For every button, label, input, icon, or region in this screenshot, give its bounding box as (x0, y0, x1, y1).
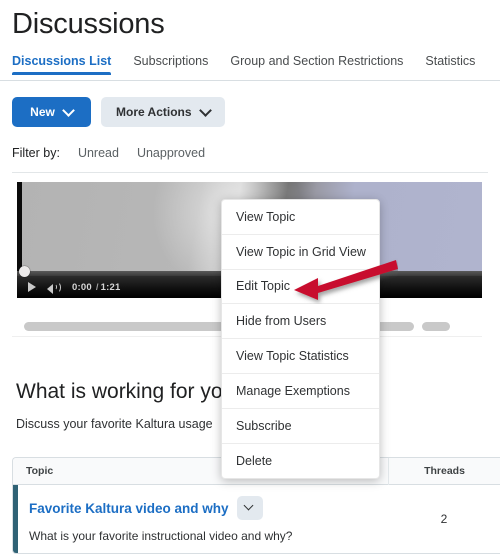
video-duration: 1:21 (100, 281, 121, 293)
tab-statistics[interactable]: Statistics (425, 54, 475, 75)
volume-icon[interactable] (47, 281, 61, 294)
tab-group-and-section-restrictions[interactable]: Group and Section Restrictions (230, 54, 403, 75)
filter-bar: Filter by: Unread Unapproved (0, 127, 500, 160)
tab-subscriptions[interactable]: Subscriptions (133, 54, 208, 75)
tab-bar: Discussions List Subscriptions Group and… (0, 54, 500, 81)
divider (12, 172, 488, 173)
menu-item-view-topic-statistics[interactable]: View Topic Statistics (222, 339, 379, 374)
menu-item-view-topic-in-grid-view[interactable]: View Topic in Grid View (222, 235, 379, 270)
new-button-label: New (30, 105, 55, 119)
video-time-display: 0:00/1:21 (72, 282, 121, 293)
video-scrubber-handle[interactable] (19, 266, 30, 277)
section-subheading: Discuss your favorite Kaltura usage (16, 417, 213, 431)
chevron-down-icon (245, 502, 254, 511)
more-actions-label: More Actions (116, 105, 192, 119)
menu-item-view-topic[interactable]: View Topic (222, 200, 379, 235)
page-title: Discussions (12, 8, 165, 40)
menu-item-edit-topic[interactable]: Edit Topic (222, 270, 379, 305)
video-current-time: 0:00 (72, 281, 92, 293)
topic-title-line: Favorite Kaltura video and why (29, 496, 388, 520)
chevron-down-icon (64, 106, 73, 115)
video-time-separator: / (95, 281, 99, 293)
filter-unread[interactable]: Unread (78, 146, 119, 160)
filter-label: Filter by: (12, 146, 60, 160)
new-button[interactable]: New (12, 97, 91, 127)
filter-unapproved[interactable]: Unapproved (137, 146, 205, 160)
row-accent-bar (13, 485, 18, 553)
tab-discussions-list[interactable]: Discussions List (12, 54, 112, 75)
menu-item-hide-from-users[interactable]: Hide from Users (222, 304, 379, 340)
topic-link[interactable]: Favorite Kaltura video and why (29, 501, 229, 516)
section-heading: What is working for yo (16, 380, 223, 403)
menu-item-subscribe[interactable]: Subscribe (222, 409, 379, 444)
table-row: Favorite Kaltura video and why What is y… (13, 485, 500, 553)
topic-context-menu[interactable]: View Topic View Topic in Grid View Edit … (221, 199, 380, 480)
play-icon[interactable] (28, 282, 36, 292)
scrollbar-thumb-secondary[interactable] (422, 322, 450, 331)
chevron-down-icon (201, 106, 210, 115)
column-header-threads[interactable]: Threads (388, 458, 500, 485)
cell-threads: 2 (440, 512, 448, 526)
topic-description: What is your favorite instructional vide… (29, 529, 293, 543)
action-toolbar: New More Actions (0, 81, 500, 127)
menu-item-delete[interactable]: Delete (222, 444, 379, 479)
cell-topic: Favorite Kaltura video and why What is y… (13, 485, 388, 553)
topic-context-menu-button[interactable] (236, 496, 263, 520)
more-actions-button[interactable]: More Actions (101, 97, 225, 127)
sound-wave-outer (54, 281, 61, 293)
menu-item-manage-exemptions[interactable]: Manage Exemptions (222, 374, 379, 409)
